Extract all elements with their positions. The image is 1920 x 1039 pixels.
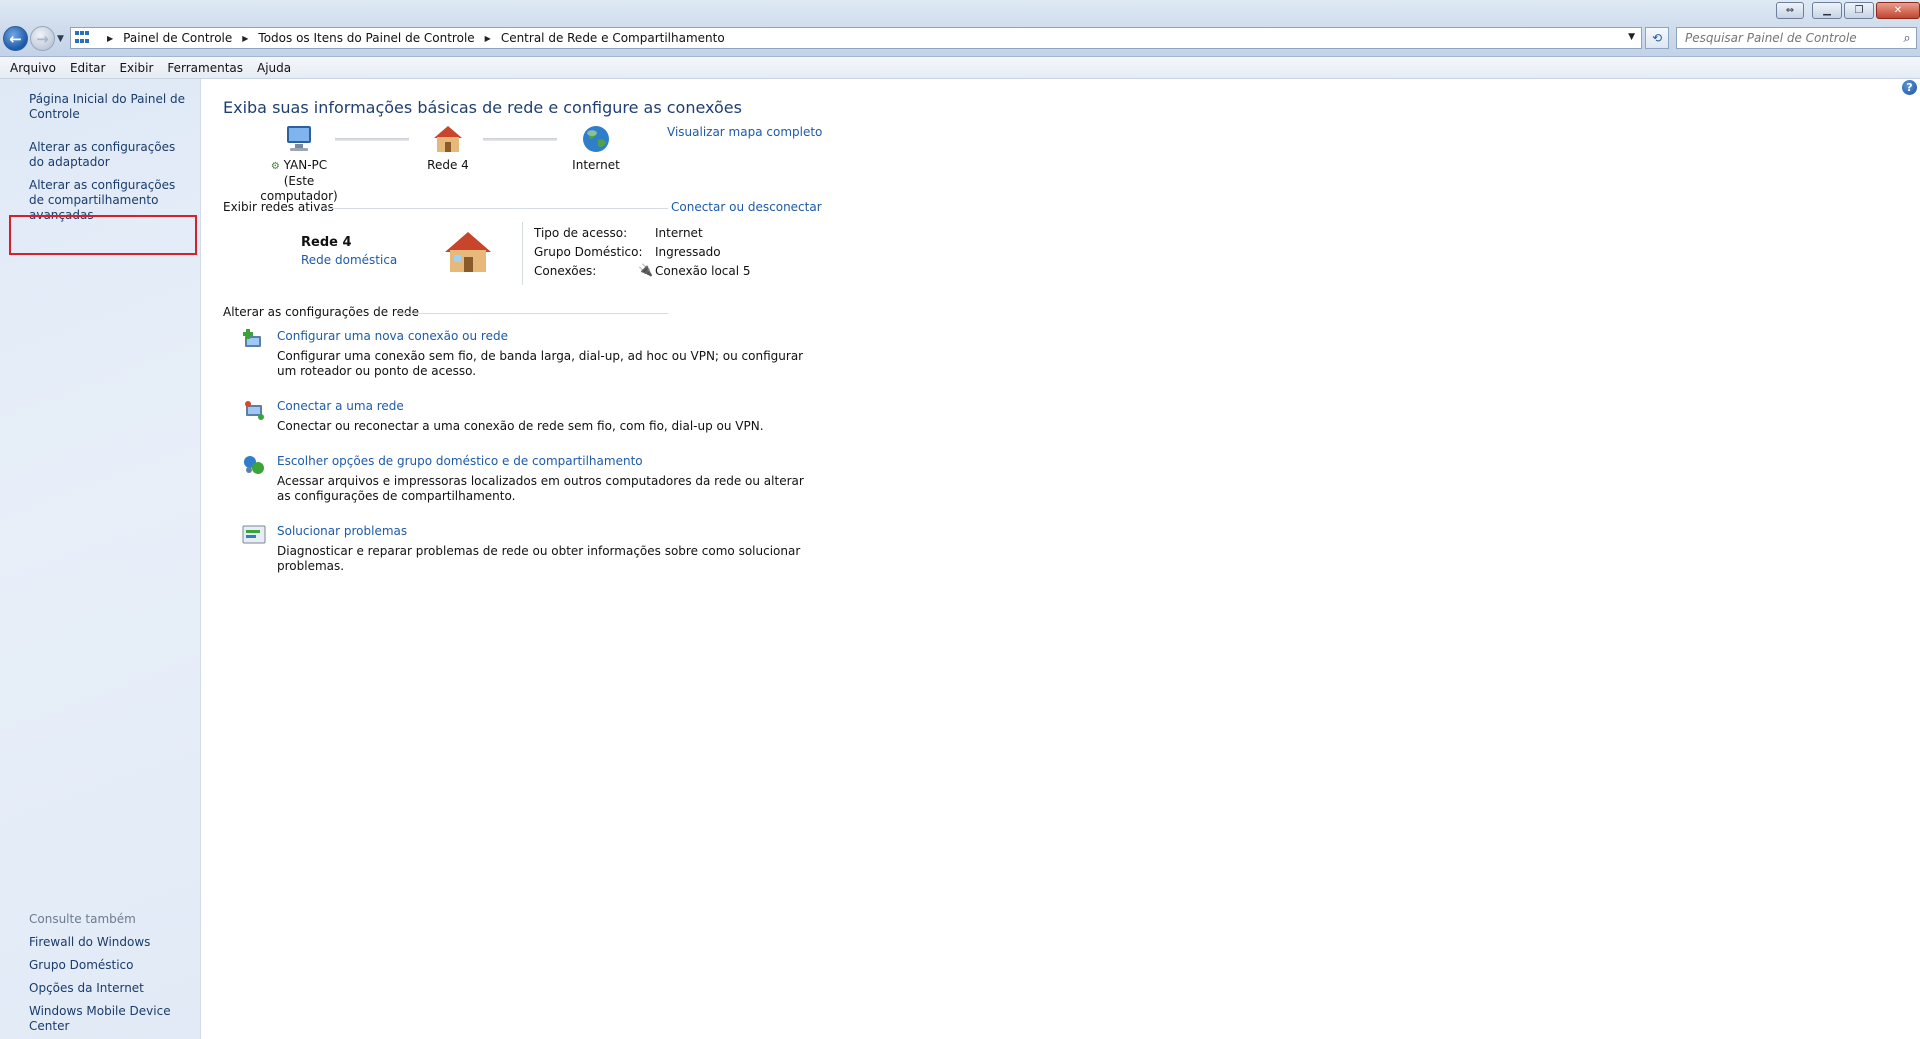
connect-network-link[interactable]: Conectar a uma rede [277, 399, 404, 413]
title-address-bar: ⇔ ▁ ❐ ✕ ← → ▼ ▶ Painel de Controle ▶ Tod… [0, 0, 1920, 57]
link-windows-mobile-device-center[interactable]: Windows Mobile Device Center [29, 1004, 194, 1034]
setup-connection-desc: Configurar uma conexão sem fio, de banda… [277, 349, 804, 378]
menu-exibir[interactable]: Exibir [119, 61, 153, 75]
address-dropdown-icon[interactable]: ▼ [1628, 32, 1635, 42]
menu-ferramentas[interactable]: Ferramentas [167, 61, 243, 75]
link-internet-options[interactable]: Opções da Internet [29, 981, 194, 996]
map-connector [335, 138, 409, 141]
new-connection-icon [243, 329, 261, 347]
internet-node-label: Internet [572, 158, 620, 172]
map-connector [483, 138, 557, 141]
connections-label: Conexões: [534, 264, 597, 278]
troubleshoot-link[interactable]: Solucionar problemas [277, 524, 407, 538]
menu-ajuda[interactable]: Ajuda [257, 61, 291, 75]
homegroup-label: Grupo Doméstico: [534, 245, 643, 259]
homegroup-options-desc: Acessar arquivos e impressoras localizad… [277, 474, 804, 503]
breadcrumb: ▶ Painel de Controle ▶ Todos os Itens do… [97, 31, 725, 45]
maximize-button[interactable]: ❐ [1844, 2, 1874, 19]
connection-link[interactable]: Conexão local 5 [655, 264, 751, 278]
left-navigation-pane: Página Inicial do Painel de Controle Alt… [0, 79, 201, 1039]
vertical-divider [522, 222, 523, 285]
menu-arquivo[interactable]: Arquivo [10, 61, 56, 75]
homegroup-options-link[interactable]: Escolher opções de grupo doméstico e de … [277, 454, 643, 468]
setup-connection-link[interactable]: Configurar uma nova conexão ou rede [277, 329, 508, 343]
network-adapter-icon: ⚙ [270, 161, 280, 172]
homegroup-sharing-icon [244, 456, 264, 474]
computer-icon [287, 126, 311, 151]
troubleshoot-desc: Diagnosticar e reparar problemas de rede… [277, 544, 801, 573]
refresh-button[interactable]: ⟲ [1645, 27, 1669, 49]
ethernet-icon: 🔌 [638, 263, 653, 277]
main-content: Exiba suas informações básicas de rede e… [201, 79, 1920, 1039]
network-node-label: Rede 4 [427, 158, 469, 172]
breadcrumb-separator-icon[interactable]: ▶ [485, 34, 491, 43]
close-button[interactable]: ✕ [1876, 2, 1920, 19]
access-type-label: Tipo de acesso: [534, 226, 628, 240]
view-full-map-link[interactable]: Visualizar mapa completo [667, 125, 822, 139]
recent-pages-dropdown[interactable]: ▼ [57, 34, 64, 44]
troubleshoot-icon [242, 525, 266, 544]
breadcrumb-separator-icon[interactable]: ▶ [242, 34, 248, 43]
minimize-button[interactable]: ▁ [1812, 2, 1842, 19]
connect-disconnect-link[interactable]: Conectar ou desconectar [671, 200, 822, 214]
page-title: Exiba suas informações básicas de rede e… [223, 98, 742, 117]
restore-size-button[interactable]: ⇔ [1776, 2, 1804, 19]
change-settings-heading: Alterar as configurações de rede [223, 305, 419, 319]
computer-name: YAN-PC [283, 158, 328, 172]
link-homegroup[interactable]: Grupo Doméstico [29, 958, 194, 973]
section-divider [324, 208, 668, 209]
home-network-icon [445, 232, 491, 272]
see-also-heading: Consulte também [29, 912, 136, 926]
link-windows-firewall[interactable]: Firewall do Windows [29, 935, 194, 950]
network-name: Rede 4 [301, 235, 352, 250]
access-type-value: Internet [655, 226, 703, 240]
search-input[interactable] [1683, 28, 1898, 48]
window-controls: ⇔ ▁ ❐ ✕ [1776, 2, 1920, 20]
section-divider [397, 313, 668, 314]
search-box[interactable]: ⌕ [1676, 27, 1917, 49]
map-computer-node[interactable]: ⚙ YAN-PC (Este computador) [249, 124, 349, 204]
forward-button[interactable]: → [30, 26, 55, 51]
back-button[interactable]: ← [3, 26, 28, 51]
map-network-node[interactable]: Rede 4 [413, 124, 483, 173]
menu-bar: Arquivo Editar Exibir Ferramentas Ajuda [0, 57, 1920, 79]
active-networks-heading: Exibir redes ativas [223, 200, 334, 214]
control-panel-icon [75, 31, 91, 45]
search-icon[interactable]: ⌕ [1898, 31, 1916, 46]
map-internet-node[interactable]: Internet [561, 124, 631, 173]
house-icon [434, 126, 462, 152]
link-control-panel-home[interactable]: Página Inicial do Painel de Controle [29, 92, 194, 122]
breadcrumb-item[interactable]: Painel de Controle [123, 31, 232, 45]
network-type-link[interactable]: Rede doméstica [301, 253, 397, 267]
breadcrumb-item[interactable]: Todos os Itens do Painel de Controle [258, 31, 474, 45]
link-adapter-settings[interactable]: Alterar as configurações do adaptador [29, 140, 194, 170]
globe-icon [583, 126, 609, 152]
breadcrumb-separator-icon[interactable]: ▶ [107, 34, 113, 43]
highlight-box [9, 215, 197, 255]
homegroup-value-link[interactable]: Ingressado [655, 245, 721, 259]
connect-network-icon [245, 401, 264, 420]
breadcrumb-item[interactable]: Central de Rede e Compartilhamento [501, 31, 725, 45]
menu-editar[interactable]: Editar [70, 61, 106, 75]
address-bar[interactable]: ▶ Painel de Controle ▶ Todos os Itens do… [70, 27, 1642, 49]
connect-network-desc: Conectar ou reconectar a uma conexão de … [277, 419, 764, 433]
